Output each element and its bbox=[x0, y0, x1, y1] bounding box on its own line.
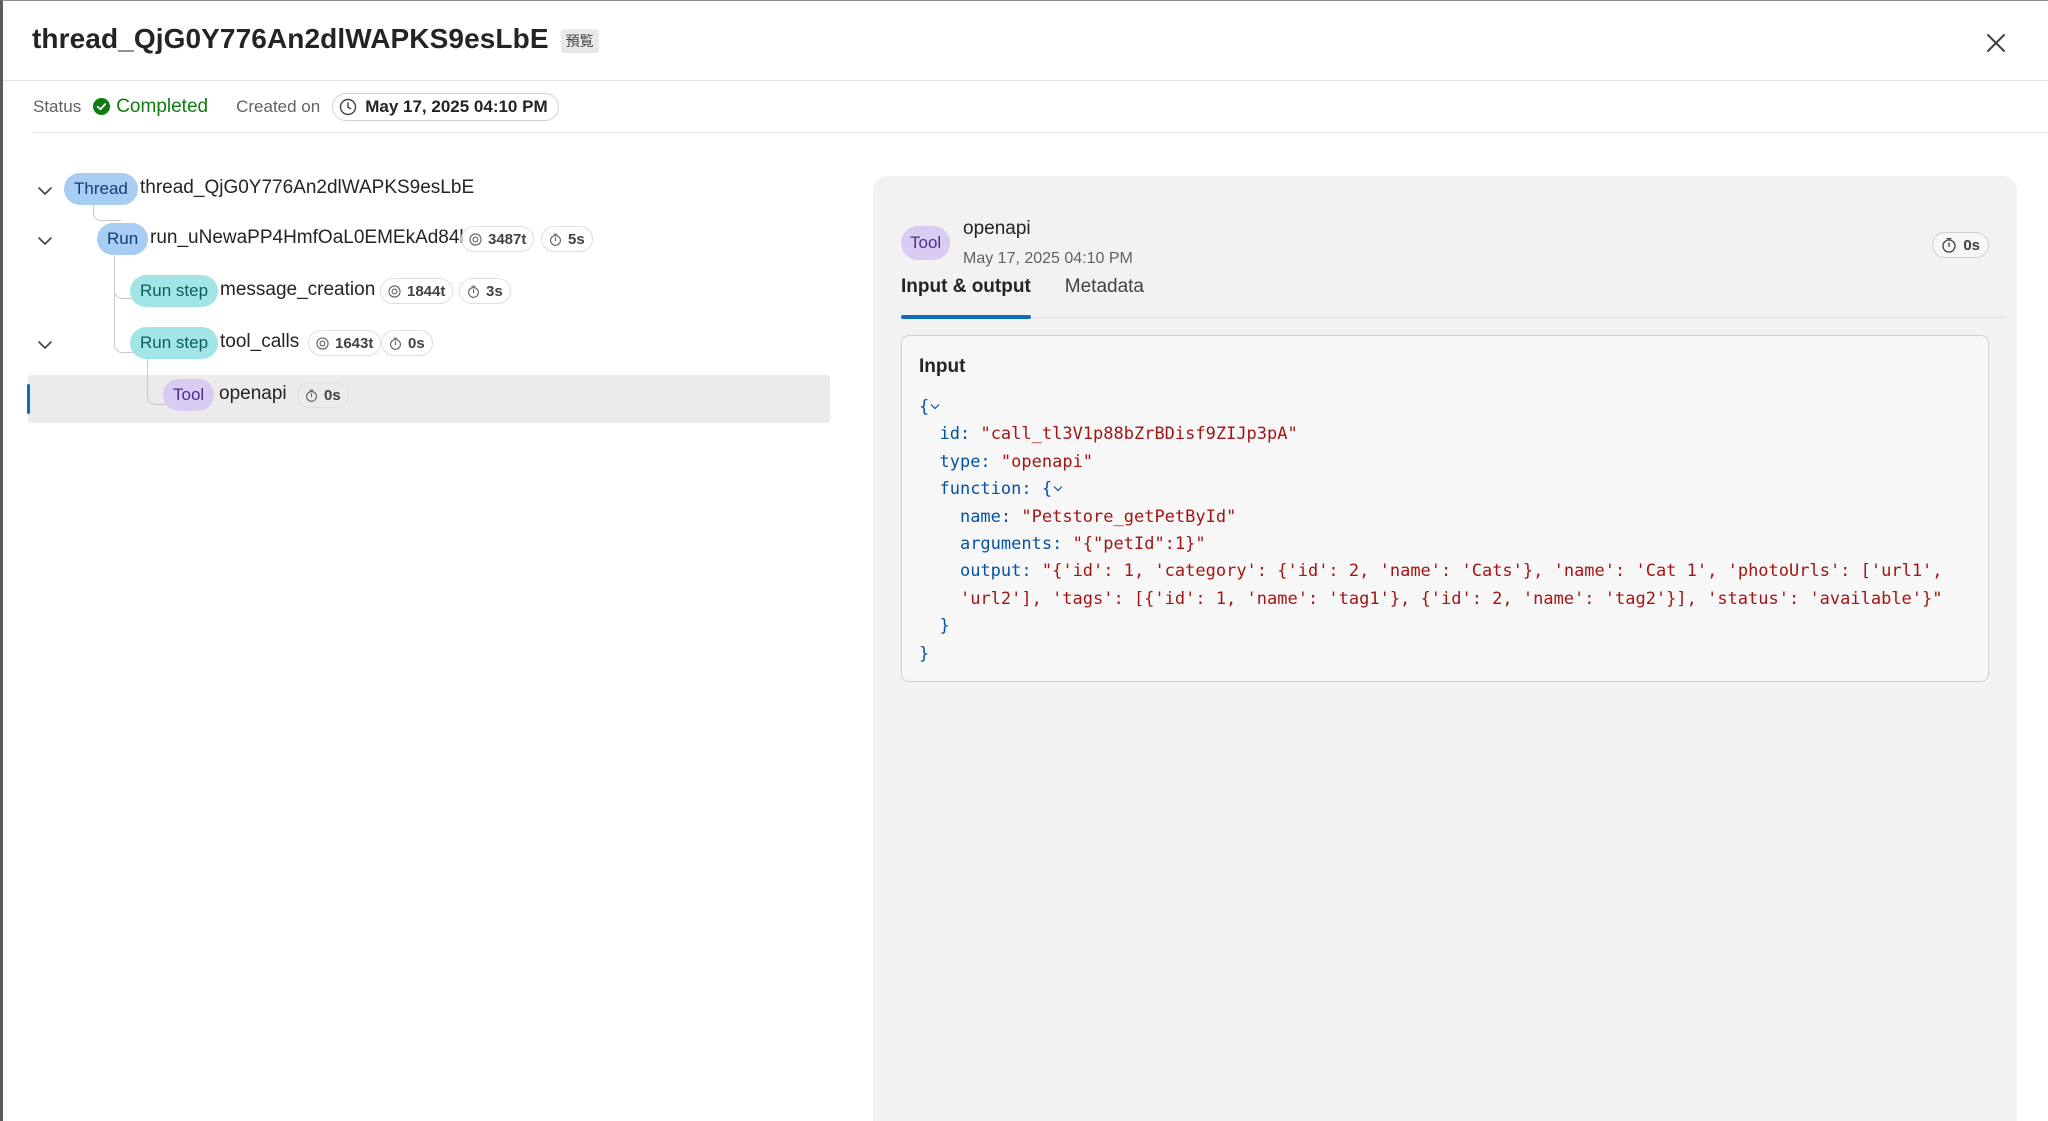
detail-name: openapi bbox=[963, 218, 1031, 239]
detail-header: Tool openapi May 17, 2025 04:10 PM 0s bbox=[901, 198, 1989, 267]
status-row: Status Completed Created on May 17, 2025… bbox=[33, 81, 2048, 133]
tool-pill: Tool bbox=[163, 379, 215, 411]
json-brace: { bbox=[919, 397, 930, 417]
tool-duration-chip: 0s bbox=[297, 382, 349, 408]
run-pill: Run bbox=[97, 223, 149, 255]
close-icon bbox=[1987, 34, 2005, 52]
json-key: id: bbox=[939, 424, 971, 445]
created-label: Created on bbox=[236, 96, 321, 116]
created-date-pill: May 17, 2025 04:10 PM bbox=[332, 92, 559, 121]
close-button[interactable] bbox=[1980, 27, 2012, 59]
panel-header: thread_QjG0Y776An2dlWAPKS9esLbE 預覧 bbox=[3, 1, 2048, 81]
run-step-label[interactable]: message_creation bbox=[220, 279, 375, 301]
json-value: "Petstore_getPetById" bbox=[1021, 506, 1237, 527]
detail-duration-chip: 0s bbox=[1932, 232, 1989, 258]
run-tokens: 3487t bbox=[488, 230, 527, 248]
step2-token-chip: 1643t bbox=[308, 330, 382, 356]
tab-metadata[interactable]: Metadata bbox=[1065, 276, 1144, 318]
run-step-label[interactable]: tool_calls bbox=[220, 331, 299, 353]
json-value: "call_tl3V1p88bZrBDisf9ZIJp3pA" bbox=[980, 424, 1298, 445]
step1-tokens: 1844t bbox=[407, 282, 446, 300]
json-key: function: bbox=[939, 479, 1032, 500]
check-circle-icon bbox=[93, 98, 111, 115]
token-icon bbox=[469, 232, 482, 246]
run-step-pill: Run step bbox=[130, 275, 219, 307]
thread-label[interactable]: thread_QjG0Y776An2dlWAPKS9esLbE bbox=[140, 177, 474, 199]
detail-duration: 0s bbox=[1963, 236, 1980, 254]
detail-tool-pill: Tool bbox=[901, 226, 951, 260]
json-viewer: { id: "call_tl3V1p88bZrBDisf9ZIJp3pA" ty… bbox=[919, 394, 1943, 668]
tool-duration: 0s bbox=[324, 386, 341, 404]
run-token-chip: 3487t bbox=[461, 226, 535, 252]
timer-icon bbox=[306, 389, 317, 402]
title-row: thread_QjG0Y776An2dlWAPKS9esLbE 預覧 bbox=[32, 23, 599, 55]
step1-token-chip: 1844t bbox=[380, 278, 454, 304]
json-brace: } bbox=[919, 643, 930, 664]
chevron-down-icon[interactable] bbox=[35, 231, 55, 251]
json-key: output: bbox=[959, 561, 1032, 582]
tool-label[interactable]: openapi bbox=[219, 383, 287, 405]
run-duration: 5s bbox=[568, 230, 585, 248]
clock-icon bbox=[340, 98, 357, 115]
tab-input-output[interactable]: Input & output bbox=[901, 276, 1031, 319]
status-value: Completed bbox=[116, 95, 209, 117]
collapse-caret-icon[interactable] bbox=[929, 402, 941, 412]
trace-tree: Thread thread_QjG0Y776An2dlWAPKS9esLbE R… bbox=[25, 169, 831, 429]
chevron-down-icon[interactable] bbox=[35, 181, 55, 201]
step2-tokens: 1643t bbox=[335, 334, 374, 352]
json-brace: { bbox=[1041, 479, 1053, 500]
run-duration-chip: 5s bbox=[541, 226, 593, 252]
timer-icon bbox=[550, 233, 561, 246]
status-badge: Completed bbox=[93, 96, 208, 118]
timer-icon bbox=[1942, 237, 1956, 253]
created-date: May 17, 2025 04:10 PM bbox=[365, 96, 548, 116]
detail-date: May 17, 2025 04:10 PM bbox=[963, 250, 1133, 267]
input-output-box: Input { id: "call_tl3V1p88bZrBDisf9ZIJp3… bbox=[901, 335, 1989, 682]
run-label[interactable]: run_uNewaPP4HmfOaL0EMEkAd84l bbox=[150, 227, 464, 249]
input-title: Input bbox=[919, 356, 966, 377]
json-key: type: bbox=[939, 451, 991, 472]
json-key: name: bbox=[959, 506, 1012, 527]
thread-detail-panel: thread_QjG0Y776An2dlWAPKS9esLbE 預覧 Statu… bbox=[0, 0, 2048, 1121]
chevron-down-icon[interactable] bbox=[35, 335, 55, 355]
json-value: "openapi" bbox=[1000, 451, 1094, 472]
page-title: thread_QjG0Y776An2dlWAPKS9esLbE bbox=[32, 23, 549, 54]
preview-badge: 預覧 bbox=[560, 29, 599, 53]
detail-tabs: Input & output Metadata bbox=[901, 276, 2005, 319]
json-brace: } bbox=[939, 616, 950, 637]
run-step-pill: Run step bbox=[130, 327, 219, 359]
step2-duration-chip: 0s bbox=[381, 330, 433, 356]
collapse-caret-icon[interactable] bbox=[1052, 484, 1064, 494]
timer-icon bbox=[468, 285, 479, 298]
status-label: Status bbox=[33, 96, 82, 116]
step1-duration-chip: 3s bbox=[459, 278, 511, 304]
detail-pane: Tool openapi May 17, 2025 04:10 PM 0s In… bbox=[873, 176, 2017, 1121]
thread-pill: Thread bbox=[64, 173, 138, 205]
step1-duration: 3s bbox=[486, 282, 503, 300]
json-value: "{'id': 1, 'category': {'id': 2, 'name':… bbox=[1041, 561, 1943, 582]
timer-icon bbox=[390, 337, 401, 350]
json-key: arguments: bbox=[959, 534, 1063, 555]
json-value: 'url2'], 'tags': [{'id': 1, 'name': 'tag… bbox=[959, 588, 1943, 609]
token-icon bbox=[316, 336, 329, 350]
selected-row-indicator bbox=[27, 384, 30, 414]
step2-duration: 0s bbox=[408, 334, 425, 352]
json-value: "{"petId":1}" bbox=[1072, 534, 1206, 555]
token-icon bbox=[388, 284, 401, 298]
